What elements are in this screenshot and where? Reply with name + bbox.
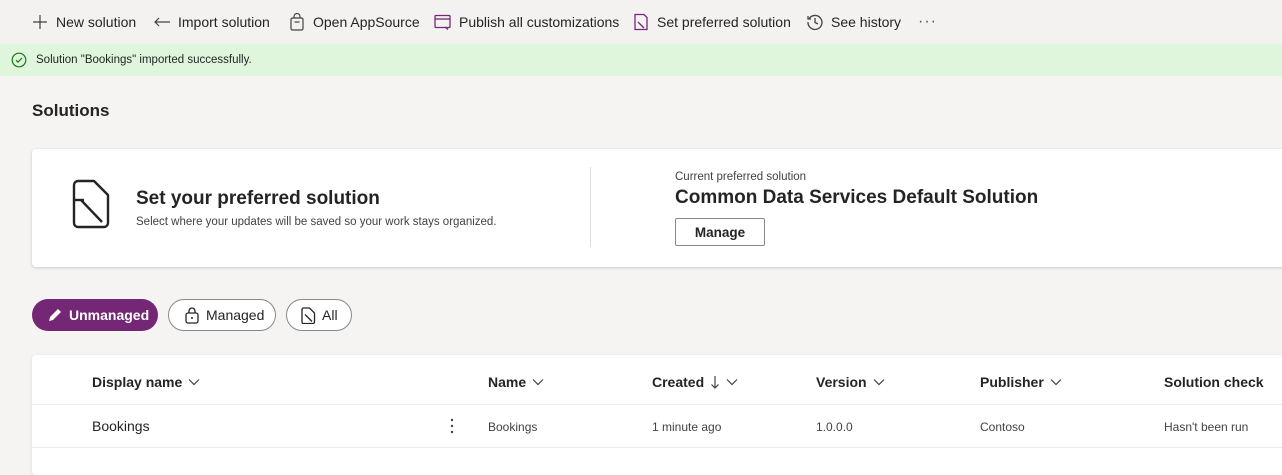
command-bar: New solution Import solution Open AppSou… <box>0 0 1282 44</box>
import-solution-label: Import solution <box>178 14 270 30</box>
cell-name: Bookings <box>488 420 538 434</box>
chevron-down-icon <box>532 378 544 386</box>
new-solution-label: New solution <box>56 14 137 30</box>
chevron-down-icon <box>1050 378 1062 386</box>
publish-all-button[interactable]: Publish all customizations <box>434 0 619 44</box>
preferred-subtext: Select where your updates will be saved … <box>136 216 497 228</box>
filter-unmanaged-label: Unmanaged <box>69 307 150 323</box>
document-preferred-icon <box>632 13 650 31</box>
cell-solution-check: Hasn't been run <box>1164 420 1249 434</box>
solution-icon <box>300 306 316 324</box>
chevron-down-icon <box>188 378 200 386</box>
success-check-icon <box>11 52 27 68</box>
sort-descending-icon <box>710 375 720 389</box>
open-appsource-button[interactable]: Open AppSource <box>288 0 420 44</box>
more-commands-button[interactable]: ··· <box>918 0 937 44</box>
preferred-solution-card: Set your preferred solution Select where… <box>32 149 1282 267</box>
page-title: Solutions <box>32 101 110 120</box>
filter-managed-label: Managed <box>206 307 265 323</box>
grid-header: Display name Name Created Version Publis… <box>32 355 1282 405</box>
open-appsource-label: Open AppSource <box>313 14 420 30</box>
column-header-name[interactable]: Name <box>488 374 544 390</box>
new-solution-button[interactable]: New solution <box>31 0 136 44</box>
solutions-grid: Display name Name Created Version Publis… <box>32 355 1282 475</box>
publish-icon <box>434 13 452 31</box>
column-header-solution-check[interactable]: Solution check <box>1164 374 1264 390</box>
filter-all[interactable]: All <box>286 299 352 331</box>
see-history-label: See history <box>831 14 902 30</box>
set-preferred-solution-label: Set preferred solution <box>657 14 791 30</box>
import-arrow-icon <box>153 13 171 31</box>
more-vertical-icon[interactable] <box>448 417 456 435</box>
manage-button[interactable]: Manage <box>675 218 765 246</box>
filter-all-label: All <box>322 307 338 323</box>
cell-version: 1.0.0.0 <box>816 420 853 434</box>
shopping-bag-icon <box>288 13 306 31</box>
column-header-created[interactable]: Created <box>652 374 738 390</box>
column-header-version[interactable]: Version <box>816 374 885 390</box>
cell-created: 1 minute ago <box>652 420 722 434</box>
cell-publisher: Contoso <box>980 420 1025 434</box>
lock-icon <box>184 306 200 324</box>
import-solution-button[interactable]: Import solution <box>153 0 270 44</box>
success-message-text: Solution "Bookings" imported successfull… <box>36 54 252 66</box>
history-icon <box>806 13 824 31</box>
preferred-heading: Set your preferred solution <box>136 188 380 209</box>
more-icon: ··· <box>918 13 937 30</box>
cell-display-name[interactable]: Bookings <box>92 418 150 434</box>
current-preferred-label: Current preferred solution <box>675 171 807 183</box>
set-preferred-solution-button[interactable]: Set preferred solution <box>632 0 791 44</box>
filter-managed[interactable]: Managed <box>168 299 276 331</box>
table-row[interactable]: Bookings Bookings 1 minute ago 1.0.0.0 C… <box>32 405 1282 448</box>
pencil-icon <box>47 307 63 323</box>
card-divider <box>590 167 591 247</box>
publish-all-label: Publish all customizations <box>459 14 620 30</box>
filter-unmanaged[interactable]: Unmanaged <box>32 299 158 331</box>
preferred-solution-icon <box>70 179 114 231</box>
add-icon <box>31 13 49 31</box>
chevron-down-icon <box>873 378 885 386</box>
column-header-display-name[interactable]: Display name <box>92 374 200 390</box>
see-history-button[interactable]: See history <box>806 0 901 44</box>
current-preferred-name: Common Data Services Default Solution <box>675 187 1039 208</box>
chevron-down-icon <box>726 378 738 386</box>
column-header-publisher[interactable]: Publisher <box>980 374 1062 390</box>
success-message-bar: Solution "Bookings" imported successfull… <box>0 44 1282 76</box>
